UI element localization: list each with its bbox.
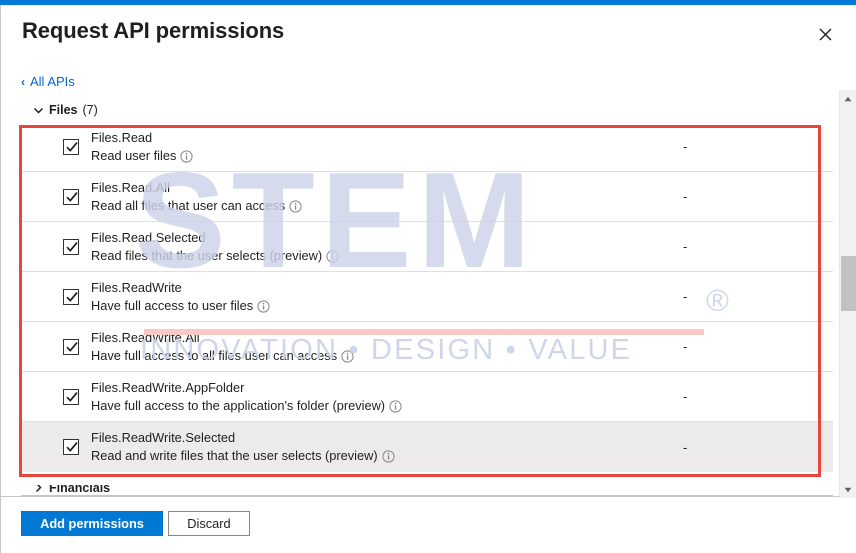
permissions-list: Files.Read Read user files - Files.Read.All… [21,122,833,494]
permission-description: Have full access to all files user can a… [91,347,338,363]
info-icon[interactable] [257,300,270,313]
permission-text: Files.ReadWrite.AppFolder Have full acces… [91,379,402,414]
permission-name: Files.ReadWrite.All [91,329,200,345]
permission-checkbox[interactable] [63,189,79,205]
admin-consent-value: - [683,289,688,304]
permission-row[interactable]: Files.ReadWrite Have full access to user … [21,272,833,322]
permission-text: Files.ReadWrite.Selected Read and write f… [91,429,395,464]
chevron-right-icon [33,485,44,493]
close-icon [819,28,832,41]
group-count: (7) [82,103,98,117]
permission-description: Have full access to user files [91,297,254,313]
admin-consent-value: - [683,239,688,254]
permission-text: Files.Read Read user files [91,129,193,164]
permission-description: Read and write files that the user selec… [91,448,378,463]
add-permissions-button[interactable]: Add permissions [21,511,163,536]
info-icon[interactable] [382,450,395,463]
permission-description: Read all files that user can access [91,197,286,213]
permission-checkbox[interactable] [63,139,79,155]
admin-consent-value: - [683,139,688,154]
blade-header: Request API permissions [1,5,856,60]
permission-name: Files.Read.Selected [91,229,206,245]
permission-description-line: Read and write files that the user selec… [91,447,395,465]
info-icon[interactable] [326,250,339,263]
permission-row[interactable]: Files.ReadWrite.All Have full access to a… [21,322,833,372]
vertical-scrollbar[interactable] [839,90,856,498]
permission-description: Read user files [91,147,177,163]
permission-row[interactable]: Files.Read.All Read all files that user c… [21,172,833,222]
group-header-financials[interactable]: Financials [33,485,233,495]
permission-description-line: Read all files that user can access [91,197,302,215]
permission-description-line: Have full access to all files user can a… [91,347,354,365]
discard-button[interactable]: Discard [168,511,250,536]
permission-description-line: Have full access to user files [91,297,270,315]
scroll-down-arrow-icon[interactable] [840,481,856,498]
permission-description: Have full access to the application's fo… [91,397,386,413]
footer-bar: Add permissions Discard [1,497,856,553]
permission-name: Files.Read [91,129,153,145]
permission-name: Files.Read.All [91,179,170,195]
permission-checkbox[interactable] [63,339,79,355]
scroll-up-arrow-icon[interactable] [840,90,856,107]
permission-row[interactable]: Files.Read.Selected Read files that the u… [21,222,833,272]
permission-checkbox[interactable] [63,289,79,305]
info-icon[interactable] [389,400,402,413]
group-header-files[interactable]: Files (7) [33,103,98,117]
info-icon[interactable] [180,150,193,163]
permission-name: Files.ReadWrite.AppFolder [91,379,245,395]
admin-consent-value: - [683,189,688,204]
permission-text: Files.Read.All Read all files that user c… [91,179,302,214]
breadcrumb-label: All APIs [30,74,75,89]
back-chevron-icon: ‹ [21,74,25,89]
next-group-name: Financials [49,485,111,495]
admin-consent-value: - [683,439,688,455]
breadcrumb-all-apis[interactable]: ‹ All APIs [21,74,75,89]
permission-checkbox[interactable] [63,239,79,255]
permission-row[interactable]: Files.Read Read user files - [21,122,833,172]
info-icon[interactable] [289,200,302,213]
panel-left-edge [0,5,1,553]
permission-checkbox[interactable] [63,389,79,405]
chevron-down-icon [33,105,44,116]
info-icon[interactable] [341,350,354,363]
permission-description-line: Have full access to the application's fo… [91,397,402,415]
admin-consent-value: - [683,389,688,404]
permission-row[interactable]: Files.ReadWrite.AppFolder Have full acces… [21,372,833,422]
permission-row[interactable]: Files.ReadWrite.Selected Read and write f… [21,422,833,472]
permission-text: Files.ReadWrite.All Have full access to a… [91,329,354,364]
permission-description: Read files that the user selects (previe… [91,247,323,263]
permission-name: Files.ReadWrite [91,279,182,295]
permission-checkbox[interactable] [63,439,79,455]
close-button[interactable] [810,19,840,49]
permission-description-line: Read user files [91,147,193,165]
permission-description-line: Read files that the user selects (previe… [91,247,339,265]
scrollbar-thumb[interactable] [841,256,856,311]
permission-name: Files.ReadWrite.Selected [91,430,236,446]
group-name: Files [49,103,78,117]
admin-consent-value: - [683,339,688,354]
permission-text: Files.ReadWrite Have full access to user … [91,279,270,314]
page-title: Request API permissions [22,18,285,43]
permission-text: Files.Read.Selected Read files that the u… [91,229,339,264]
